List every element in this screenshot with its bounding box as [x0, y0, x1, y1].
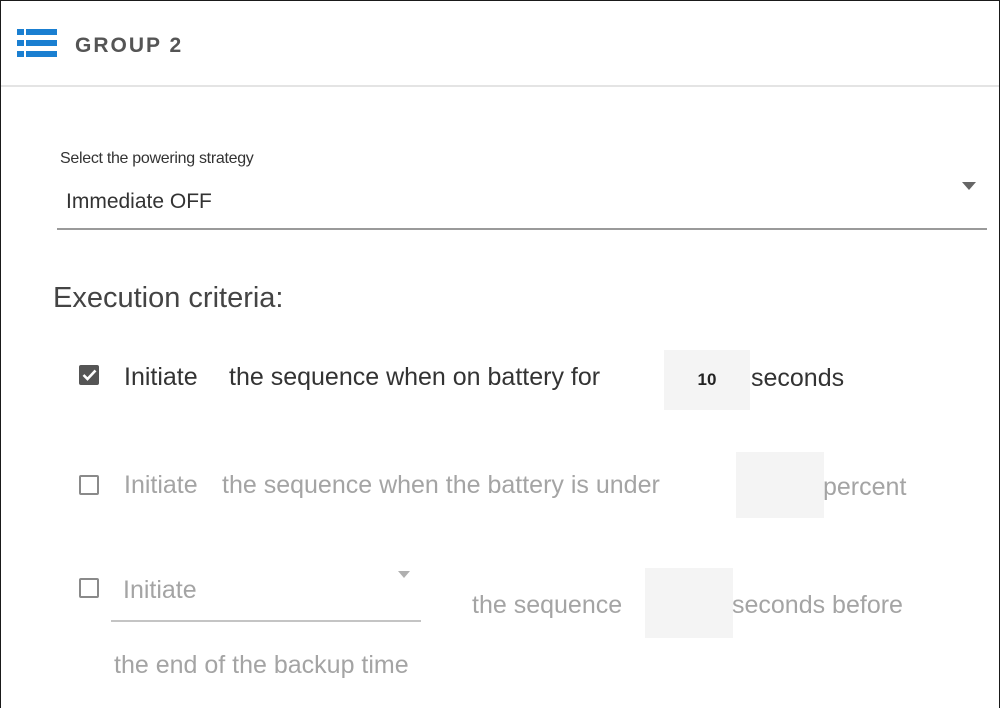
powering-strategy-label: Select the powering strategy	[60, 150, 254, 167]
backup-time-seconds-value	[645, 568, 733, 638]
powering-strategy-underline	[57, 228, 987, 230]
backup-time-mode-underline	[111, 620, 421, 622]
battery-time-seconds-input[interactable]: 10	[664, 350, 750, 410]
battery-level-text: the sequence when the battery is under	[222, 471, 660, 499]
backup-time-seconds-input[interactable]	[645, 568, 733, 638]
battery-level-percent-value	[736, 452, 824, 518]
execution-criteria-title: Execution criteria:	[53, 282, 284, 314]
dropdown-arrow-icon[interactable]	[962, 182, 976, 190]
backup-time-mode-select[interactable]: Initiate	[123, 576, 197, 605]
list-icon[interactable]	[17, 27, 57, 59]
battery-time-checkbox[interactable]	[79, 365, 99, 385]
checkmark-icon	[82, 369, 97, 381]
battery-time-text-initiate: Initiate	[124, 363, 198, 391]
backup-time-checkbox[interactable]	[79, 578, 99, 598]
backup-time-text: the sequence	[472, 591, 623, 619]
dropdown-arrow-icon[interactable]	[398, 571, 410, 578]
backup-time-unit: seconds before	[732, 591, 903, 619]
battery-level-checkbox[interactable]	[79, 475, 99, 495]
group-header: GROUP 2	[1, 1, 999, 87]
battery-level-percent-input[interactable]	[736, 452, 824, 518]
powering-strategy-value[interactable]: Immediate OFF	[66, 190, 212, 214]
battery-time-seconds-value: 10	[697, 370, 717, 389]
battery-time-unit: seconds	[751, 364, 845, 392]
battery-time-text: the sequence when on battery for	[229, 363, 601, 391]
group-title: GROUP 2	[75, 34, 184, 57]
battery-level-text-initiate: Initiate	[124, 471, 198, 499]
battery-level-unit: percent	[823, 473, 907, 501]
backup-time-text-line2: the end of the backup time	[114, 651, 409, 679]
